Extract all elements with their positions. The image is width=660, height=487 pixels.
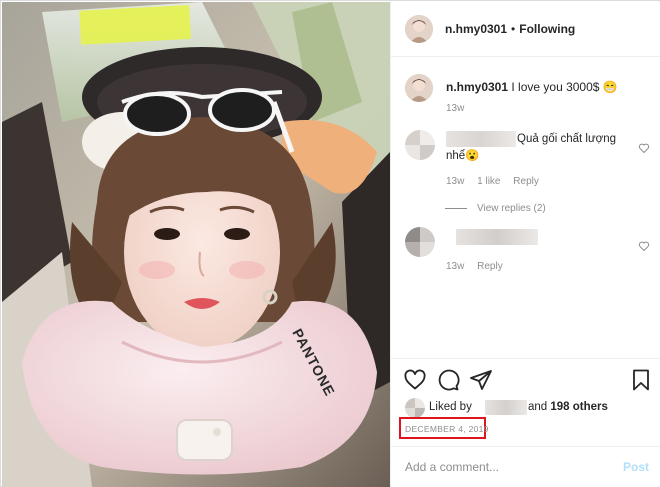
comment-like-heart-icon[interactable] bbox=[638, 240, 650, 252]
liker-name-blurred[interactable] bbox=[485, 400, 527, 415]
following-button[interactable]: Following bbox=[519, 22, 575, 36]
share-icon[interactable] bbox=[469, 368, 493, 392]
comment-icon[interactable] bbox=[436, 368, 460, 392]
caption-text: I love you 3000$ 😁 bbox=[511, 80, 618, 94]
caption-timestamp[interactable]: 13w bbox=[446, 103, 464, 114]
instagram-post-window: PANTONE n.hmy0301 • Following n.hmy0301 … bbox=[0, 0, 660, 487]
author-avatar[interactable] bbox=[405, 15, 433, 43]
reply-button[interactable]: Reply bbox=[477, 261, 503, 272]
comment-likes[interactable]: 1 like bbox=[477, 176, 500, 187]
view-replies-label: View replies (2) bbox=[477, 203, 546, 214]
commenter-avatar-blurred[interactable] bbox=[405, 227, 435, 257]
post-comment-button[interactable]: Post bbox=[623, 460, 649, 474]
actions-divider bbox=[391, 358, 660, 359]
post-photo[interactable]: PANTONE bbox=[2, 2, 390, 487]
add-comment-bar: Add a comment... Post bbox=[391, 446, 660, 487]
liked-by-label: Liked by bbox=[429, 401, 472, 413]
comment-meta: 13w 1 like Reply bbox=[446, 176, 549, 187]
comment-time[interactable]: 13w bbox=[446, 261, 464, 272]
heart-icon[interactable] bbox=[403, 368, 427, 392]
comment-item: Quả gối chất lượng nhể😮 13w 1 like Reply bbox=[405, 130, 650, 200]
comment-text-line1: Quả gối chất lượng bbox=[517, 133, 616, 145]
likes-others-count[interactable]: 198 others bbox=[550, 401, 608, 413]
commenter-name-blurred[interactable] bbox=[456, 229, 538, 245]
add-comment-input[interactable]: Add a comment... bbox=[405, 460, 499, 474]
view-replies-button[interactable]: View replies (2) bbox=[445, 203, 546, 214]
caption-avatar[interactable] bbox=[405, 74, 433, 102]
likes-connector: and bbox=[528, 401, 548, 413]
comment-like-heart-icon[interactable] bbox=[638, 142, 650, 154]
reply-button[interactable]: Reply bbox=[513, 176, 539, 187]
post-date[interactable]: DECEMBER 4, 2019 bbox=[405, 424, 489, 434]
commenter-name-blurred[interactable] bbox=[446, 131, 516, 147]
header-separator: • bbox=[511, 22, 516, 36]
liker-avatar-blurred[interactable] bbox=[405, 398, 425, 418]
post-sidebar: n.hmy0301 • Following n.hmy0301 I love y… bbox=[390, 2, 660, 487]
comment-text-line2: nhể😮 bbox=[446, 150, 480, 162]
comment-time[interactable]: 13w bbox=[446, 176, 464, 187]
post-header: n.hmy0301 • Following bbox=[391, 2, 660, 57]
selfie-illustration: PANTONE bbox=[2, 2, 390, 487]
author-username[interactable]: n.hmy0301 bbox=[445, 22, 507, 36]
likes-others[interactable]: and 198 others bbox=[528, 401, 608, 413]
likes-summary: Liked by and 198 others bbox=[405, 398, 650, 418]
caption-username[interactable]: n.hmy0301 bbox=[446, 80, 508, 94]
commenter-avatar-blurred[interactable] bbox=[405, 130, 435, 160]
bookmark-icon[interactable] bbox=[629, 368, 653, 392]
replies-divider bbox=[445, 208, 467, 209]
comment-meta: 13w Reply bbox=[446, 261, 513, 272]
comment-item: 13w Reply bbox=[405, 227, 650, 277]
